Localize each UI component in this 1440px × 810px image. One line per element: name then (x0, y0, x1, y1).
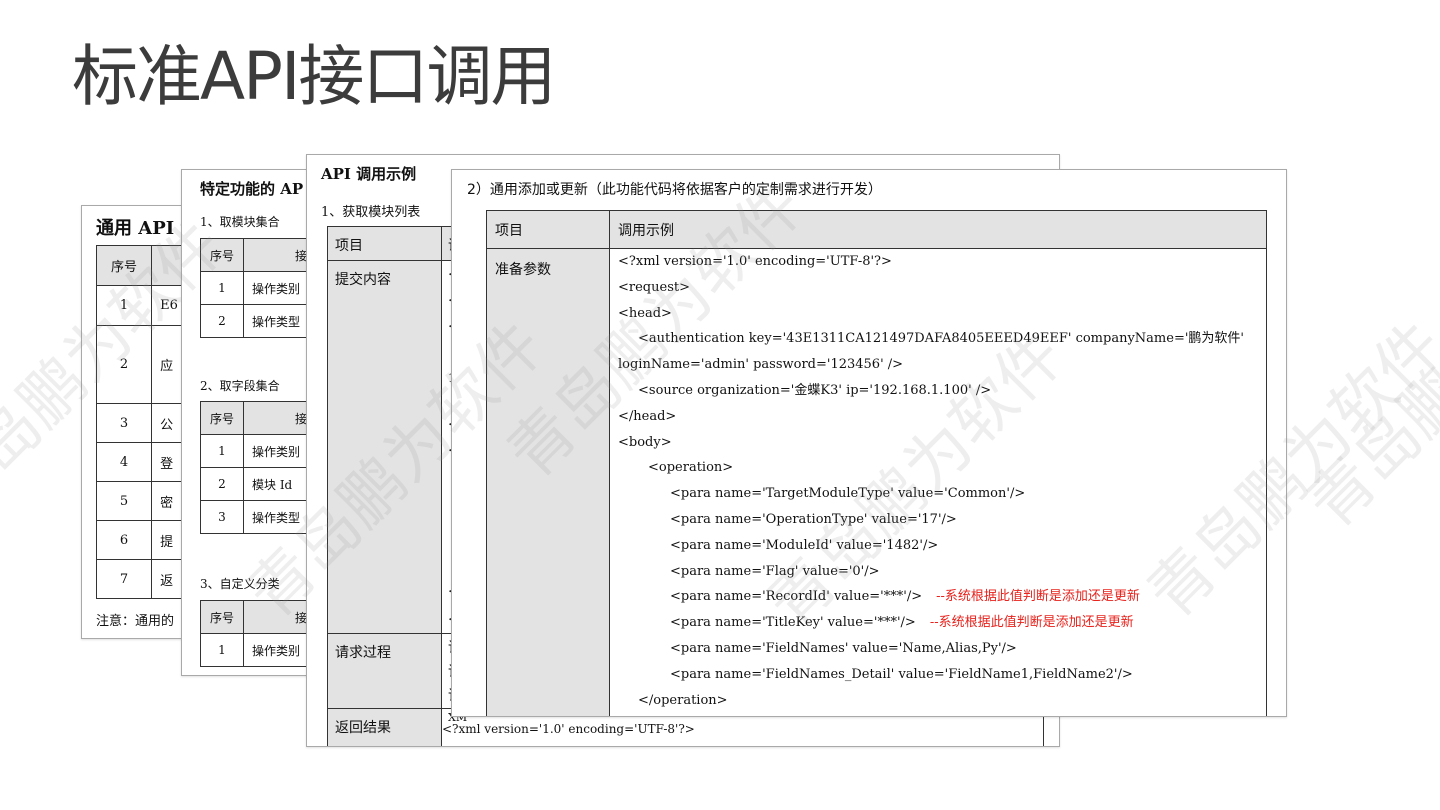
code-line: <para name='RecordId' value='***'/> --系统根… (618, 584, 1266, 610)
code-line: <operation> (618, 455, 1266, 481)
code-line: <para name='ModuleId' value='1482'/> (618, 533, 1266, 559)
code-line: <para name='TargetModuleType' value='Com… (618, 481, 1266, 507)
card-heading: API 调用示例 (321, 165, 417, 183)
code-text: <para name='OperationType' value='17'/> (670, 511, 957, 527)
code-line: <?xml version='1.0' encoding='UTF-8'?> (618, 249, 1266, 275)
code-line: <para name='FieldNames_Detail' value='Fi… (618, 662, 1266, 688)
card-heading: 特定功能的 AP (200, 180, 304, 198)
table-cell: 2 (200, 467, 244, 501)
code-text: <para name='FieldNames' value='Name,Alia… (670, 640, 1017, 656)
code-text: <para name='RecordId' value='***'/> (670, 589, 923, 605)
code-text: <para name='TitleKey' value='***'/> (670, 615, 916, 631)
table-cell: 7 (95, 559, 153, 599)
table-cell: 4 (95, 442, 153, 482)
table-header-cell: 调用示例 (609, 210, 1267, 249)
table-header-cell: 序号 (200, 600, 244, 634)
code-text: <para name='FieldNames_Detail' value='Fi… (670, 666, 1133, 682)
table-cell: 1 (200, 633, 244, 667)
code-line: <authentication key='43E1311CA121497DAFA… (618, 326, 1266, 352)
slide-title: 标准API接口调用 (72, 38, 556, 115)
table-cell: 2 (95, 325, 153, 404)
code-block: <?xml version='1.0' encoding='UTF-8'?> <r… (618, 249, 1266, 713)
table-header-cell: 序号 (200, 401, 244, 435)
code-line: <request> (618, 275, 1266, 301)
section-title: 3、自定义分类 (200, 577, 280, 591)
code-line: <source organization='金蝶K3' ip='192.168.… (618, 378, 1266, 404)
code-text: <source organization='金蝶K3' ip='192.168.… (638, 382, 992, 398)
table-cell: 5 (95, 481, 153, 521)
table-header-cell: 序号 (95, 245, 153, 286)
table-cell: 1 (200, 434, 244, 468)
code-comment: --系统根据此值判断是添加还是更新 (936, 589, 1140, 605)
section-title: 2、取字段集合 (200, 379, 280, 393)
add-update-table: 项目 调用示例 准备参数 <?xml version='1.0' encodin… (486, 210, 1267, 716)
doc-card-add-or-update: 2）通用添加或更新（此功能代码将依据客户的定制需求进行开发） 项目 调用示例 准… (451, 169, 1287, 717)
code-text: </operation> (638, 692, 728, 708)
code-line: <para name='Flag' value='0'/> (618, 559, 1266, 585)
section-title: 1、获取模块列表 (321, 205, 421, 220)
code-line: <body> (618, 430, 1266, 456)
table-cell: 6 (95, 520, 153, 560)
table-cell: 3 (200, 500, 244, 534)
table-cell: 1 (200, 271, 244, 305)
code-text: </head> (618, 408, 677, 424)
watermark: 青岛鹏为软件 (1294, 218, 1440, 543)
table-header-cell: 序号 (200, 238, 244, 272)
code-text: <operation> (648, 460, 734, 476)
card-heading: 2）通用添加或更新（此功能代码将依据客户的定制需求进行开发） (467, 182, 882, 198)
code-line: <para name='OperationType' value='17'/> (618, 507, 1266, 533)
code-line: loginName='admin' password='123456' /> (618, 352, 1266, 378)
table-cell: 返回结果 (327, 708, 442, 746)
table-cell: 提交内容 (327, 260, 442, 634)
table-cell: 准备参数 (486, 248, 610, 716)
code-text: <para name='ModuleId' value='1482'/> (670, 537, 939, 553)
table-cell: 2 (200, 304, 244, 338)
code-text: <?xml version='1.0' encoding='UTF-8'?> (618, 254, 892, 269)
code-text: <authentication key='43E1311CA121497DAFA… (638, 331, 1244, 347)
code-line: <para name='FieldNames' value='Name,Alia… (618, 636, 1266, 662)
table-header-cell: 项目 (486, 210, 610, 249)
card-note: 注意：通用的 (96, 614, 175, 629)
table-cell: 请求过程 (327, 633, 442, 709)
table-cell: 3 (95, 403, 153, 443)
code-text: <body> (618, 434, 672, 450)
code-comment: --系统根据此值判断是添加还是更新 (929, 615, 1134, 631)
code-text: loginName='admin' password='123456' /> (618, 357, 904, 373)
section-title: 1、取模块集合 (200, 215, 280, 229)
table-header-cell: 项目 (327, 226, 442, 261)
code-line: <head> (618, 301, 1266, 327)
code-text: <para name='TargetModuleType' value='Com… (670, 486, 1026, 502)
code-text: <request> (618, 279, 690, 295)
table-cell: 1 (95, 285, 153, 326)
xml-line: <?xml version='1.0' encoding='UTF-8'?> (442, 722, 695, 736)
code-cell: <?xml version='1.0' encoding='UTF-8'?> <r… (609, 248, 1267, 716)
code-line: <para name='TitleKey' value='***'/> --系统根… (618, 610, 1266, 636)
code-line: </operation> (618, 688, 1266, 714)
code-line: </head> (618, 404, 1266, 430)
code-text: <head> (618, 305, 672, 321)
code-text: <para name='Flag' value='0'/> (670, 563, 880, 579)
